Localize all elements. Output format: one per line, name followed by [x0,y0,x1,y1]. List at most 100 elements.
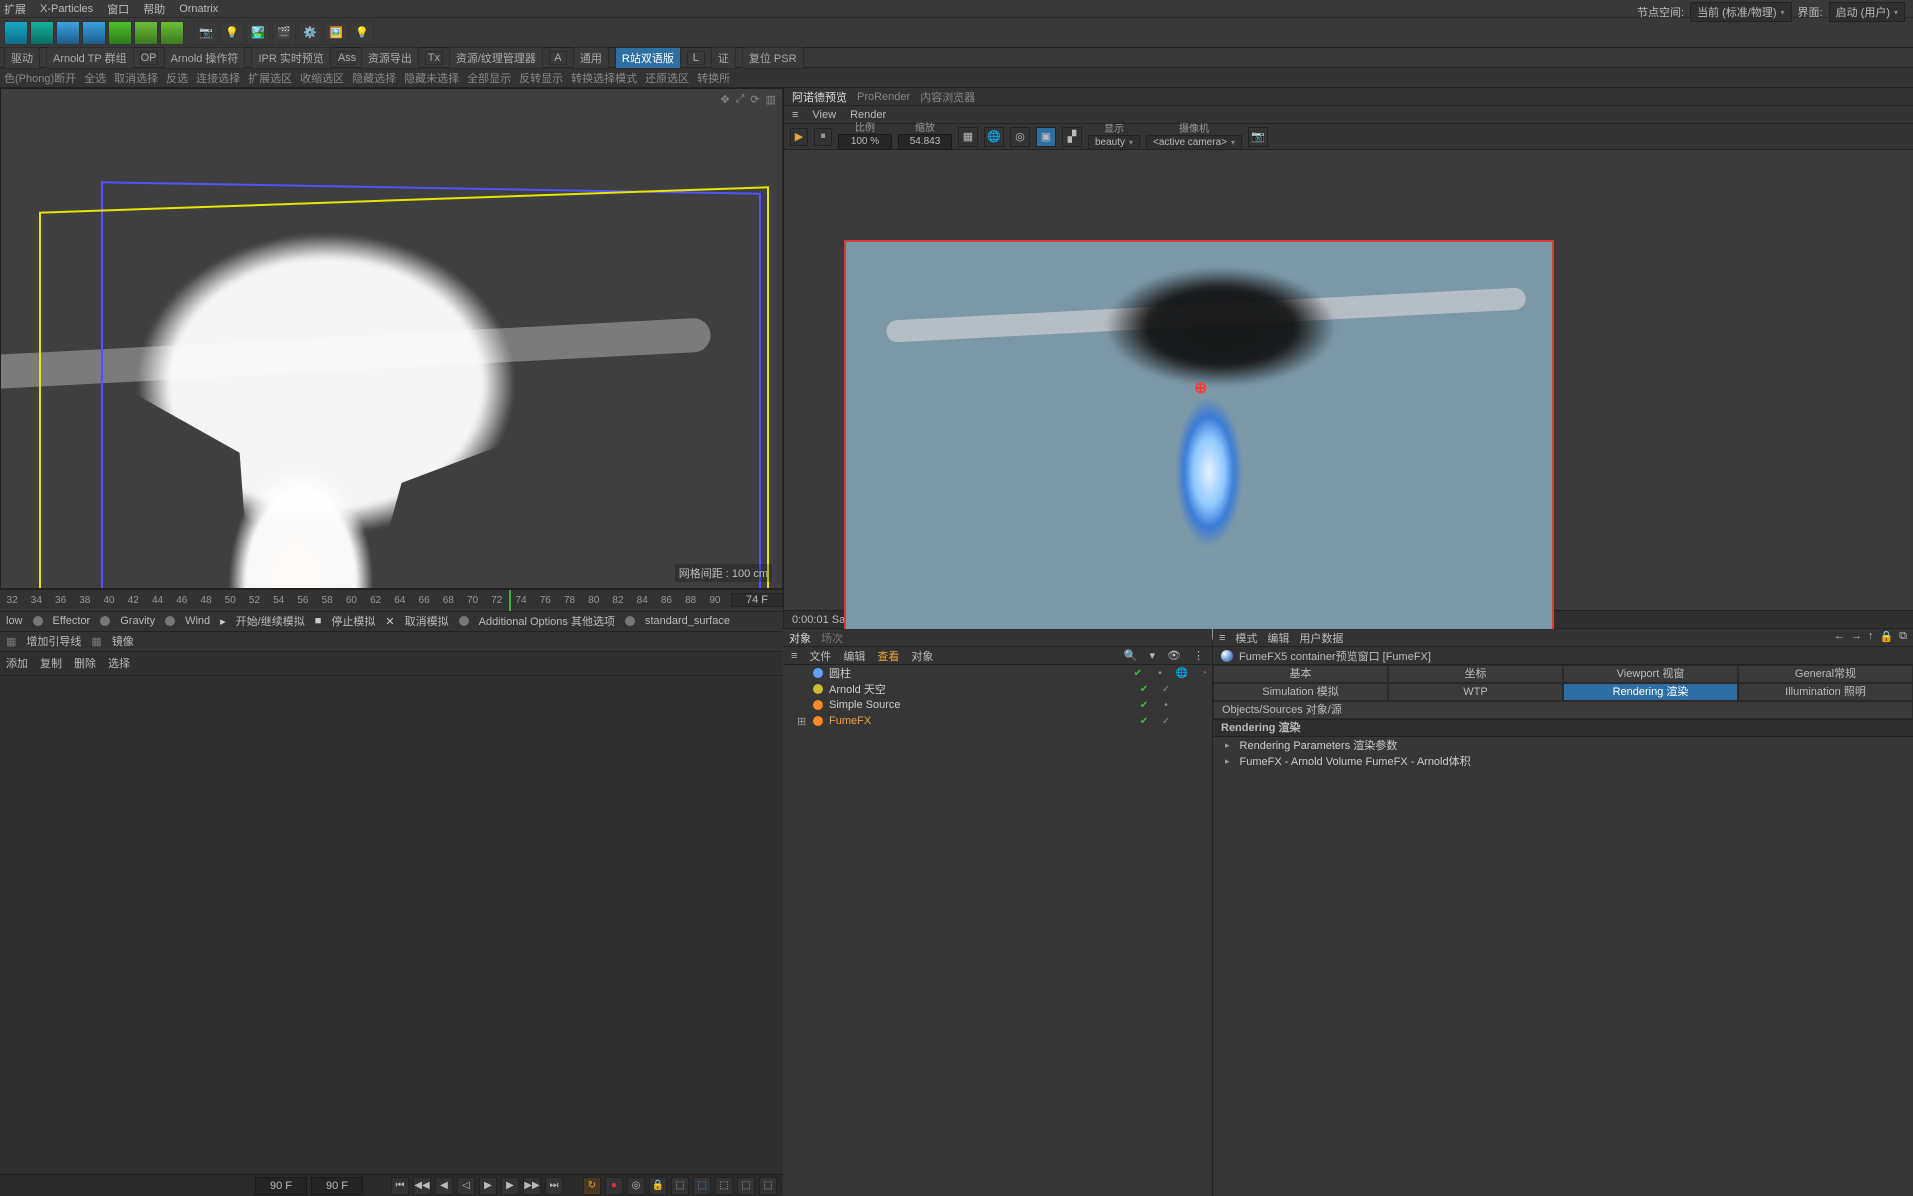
tb3-9[interactable]: 全部显示 [467,70,511,86]
vp-panel-icon[interactable]: ▥ [766,93,776,106]
menu-help[interactable]: 帮助 [143,1,165,17]
autokey-button[interactable]: ◎ [627,1177,645,1195]
opt-start[interactable]: 开始/继续模拟 [236,613,305,629]
tb2-11[interactable]: R站双语版 [615,47,681,69]
subdiv-icon[interactable] [82,21,106,45]
timeline-playhead[interactable] [509,590,511,611]
main-menu[interactable]: 扩展 X-Particles 窗口 帮助 Ornatrix 节点空间: 当前 (… [0,0,1913,18]
tab-general[interactable]: General常规 [1738,665,1913,683]
cloner-icon[interactable] [160,21,184,45]
camera-icon[interactable]: 📷 [194,21,218,45]
mat-del[interactable]: 删除 [74,655,96,671]
tab-objects-sources[interactable]: Objects/Sources 对象/源 [1213,701,1913,719]
object-row[interactable]: ⊞FumeFX✔✓ [783,713,1212,729]
om-view[interactable]: 查看 [877,648,899,664]
object-name[interactable]: 圆柱 [829,665,1124,681]
generator-icon[interactable] [56,21,80,45]
tb3-12[interactable]: 还原选区 [645,70,689,86]
mat-copy[interactable]: 复制 [40,655,62,671]
tb3-1[interactable]: 全选 [84,70,106,86]
mat-sel[interactable]: 选择 [108,655,130,671]
render-region[interactable]: + + + + ⊕ [844,240,1554,640]
om-tree[interactable]: 圆柱✔•🌐◔Arnold 天空✔✓Simple Source✔•⊞FumeFX✔… [783,665,1212,729]
opt-low[interactable]: low [6,615,23,627]
new-window-icon[interactable]: ⧉ [1899,630,1907,643]
om-filter-icon[interactable]: ▾ [1150,649,1156,662]
menu-ornatrix[interactable]: Ornatrix [179,3,218,15]
record-button[interactable]: ● [605,1177,623,1195]
menu-ext[interactable]: 扩展 [4,1,26,17]
vp-move-icon[interactable]: ✥ [720,93,729,106]
tab-illum[interactable]: Illumination 照明 [1738,683,1913,701]
tb3-3[interactable]: 反选 [166,70,188,86]
render-toggle[interactable]: • [1158,700,1174,711]
tb2-5[interactable]: Ass [337,51,355,65]
burger-icon[interactable]: ≡ [791,650,797,662]
om-opts-icon[interactable]: ⋮ [1193,649,1204,662]
tab-sim[interactable]: Simulation 模拟 [1213,683,1388,701]
layout-dropdown[interactable]: 启动 (用户) [1829,2,1905,22]
preview-canvas[interactable]: + + + + ⊕ [784,150,1913,610]
tb3-6[interactable]: 收缩选区 [300,70,344,86]
attr-row-rendering-params[interactable]: Rendering Parameters 渲染参数 [1213,737,1913,753]
visibility-toggle[interactable]: ✔ [1136,716,1152,727]
next-frame-button[interactable]: ▶ [501,1177,519,1195]
tag-phong-icon[interactable]: ◔ [1196,668,1212,679]
current-frame-field[interactable]: 90 F [255,1177,307,1195]
menu-window[interactable]: 窗口 [107,1,129,17]
tb2-3[interactable]: Arnold 操作符 [164,47,246,69]
deformer-icon[interactable] [108,21,132,45]
tab-browser[interactable]: 内容浏览器 [920,89,975,105]
tab-coord[interactable]: 坐标 [1388,665,1563,683]
tb2-2[interactable]: OP [140,51,158,65]
play-button[interactable]: ▶ [479,1177,497,1195]
perspective-viewport[interactable]: ✥ ⤢ ⟳ ▥ 网格间距 : 100 cm [0,88,783,589]
tab-basic[interactable]: 基本 [1213,665,1388,683]
tb2-4[interactable]: IPR 实时预览 [251,47,330,69]
key-scale-icon[interactable]: ⬚ [715,1177,733,1195]
tb3-13[interactable]: 转换所 [697,70,730,86]
object-name[interactable]: FumeFX [829,715,1130,727]
nav-fwd-icon[interactable]: → [1851,630,1862,643]
tab-objects[interactable]: 对象 [789,630,811,646]
tab-prorender[interactable]: ProRender [857,91,910,103]
tag-globe-icon[interactable]: 🌐 [1174,668,1190,679]
light-icon[interactable]: 💡 [220,21,244,45]
timeline[interactable]: 3234363840424446485052545658606264666870… [0,589,783,611]
burger-icon[interactable]: ≡ [1219,632,1225,644]
opt-stop[interactable]: 停止模拟 [331,613,375,629]
attr-mode[interactable]: 模式 [1235,630,1257,646]
visibility-toggle[interactable]: ✔ [1136,684,1152,695]
node-space-dropdown[interactable]: 当前 (标准/物理) [1690,2,1791,22]
loop-button[interactable]: ↻ [583,1177,601,1195]
primitive-cube-icon[interactable] [4,21,28,45]
render-toggle[interactable]: ✓ [1158,684,1174,695]
camera-dropdown[interactable]: <active camera> [1146,135,1242,150]
overlay-icon[interactable]: ▞ [1062,127,1082,147]
key-position-icon[interactable]: ⬚ [671,1177,689,1195]
opt-wind[interactable]: Wind [185,615,210,627]
go-end-button[interactable]: ⏭ [545,1177,563,1195]
submenu-render[interactable]: Render [850,109,886,121]
om-file[interactable]: 文件 [809,648,831,664]
step-back-button[interactable]: ◀◀ [413,1177,431,1195]
nav-up-icon[interactable]: ↑ [1868,630,1874,643]
display-dropdown[interactable]: beauty [1088,135,1140,150]
tb2-8[interactable]: 资源/纹理管理器 [449,47,543,69]
submenu-view[interactable]: View [812,109,836,121]
opt-effector[interactable]: Effector [53,615,91,627]
key-param-icon[interactable]: ⬚ [737,1177,755,1195]
tb3-2[interactable]: 取消选择 [114,70,158,86]
preview-play-button[interactable]: ▶ [790,128,808,146]
nav-back-icon[interactable]: ← [1834,630,1845,643]
tab-arnold[interactable]: 阿诺德预览 [792,89,847,105]
tb2-9[interactable]: A [549,51,567,65]
globe-icon[interactable]: 🌐 [984,127,1004,147]
region-center-icon[interactable]: ⊕ [1194,378,1207,398]
settings-icon[interactable]: ⚙️ [298,21,322,45]
tb3-10[interactable]: 反转显示 [519,70,563,86]
tb2-0[interactable]: 驱动 [4,47,40,69]
opt2-mirror[interactable]: 镜像 [112,633,134,649]
key-rotation-icon[interactable]: ⬚ [693,1177,711,1195]
lightbulb-icon[interactable]: 💡 [350,21,374,45]
